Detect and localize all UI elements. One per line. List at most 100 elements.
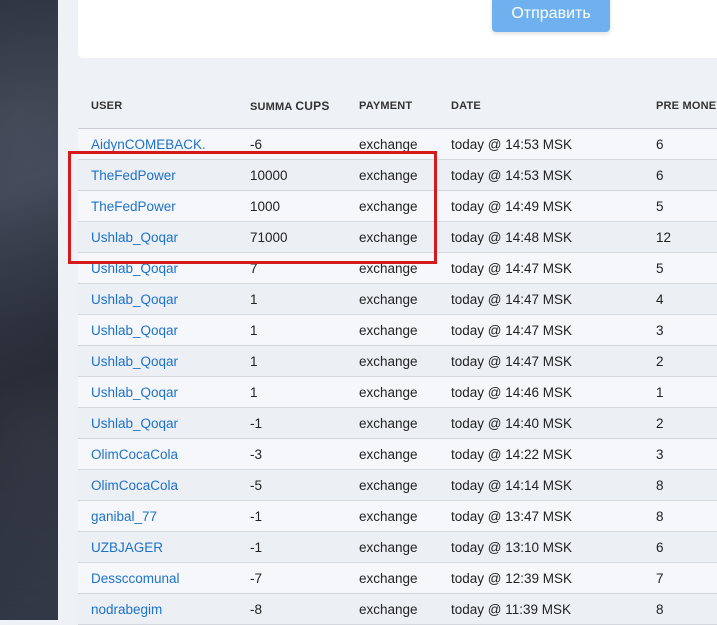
table-row: ganibal_77 -1 exchange today @ 13:47 MSK 8 (78, 500, 717, 532)
cell-summa: 71000 (250, 221, 359, 253)
header-cups-label: CUPS (295, 99, 330, 113)
cell-summa: -1 (250, 407, 359, 439)
form-card: Отправить (78, 0, 717, 58)
cell-date: today @ 14:47 MSK (451, 314, 656, 346)
cell-date: today @ 14:46 MSK (451, 376, 656, 408)
cell-pre-money: 12 (656, 221, 717, 253)
cell-pre-money: 6 (656, 531, 717, 563)
cell-summa: -6 (250, 128, 359, 160)
cell-user: OlimCocaCola (78, 469, 250, 501)
cell-user: Ushlab_Qoqar (78, 314, 250, 346)
table-row: TheFedPower 1000 exchange today @ 14:49 MSK… (78, 190, 717, 222)
cell-payment: exchange (359, 469, 451, 501)
user-link[interactable]: AidynCOMEBACK. (91, 137, 206, 152)
cell-date: today @ 14:49 MSK (451, 190, 656, 222)
cell-pre-money: 8 (656, 469, 717, 501)
cell-user: ganibal_77 (78, 500, 250, 532)
cell-summa: 7 (250, 252, 359, 284)
transactions-table-wrap: USER SUMMA CUPS PAYMENT DATE PRE MONEY A… (78, 84, 717, 625)
cell-pre-money: 2 (656, 345, 717, 377)
background-image (0, 0, 58, 620)
cell-payment: exchange (359, 407, 451, 439)
cell-payment: exchange (359, 531, 451, 563)
table-row: OlimCocaCola -5 exchange today @ 14:14 MSK 8 (78, 469, 717, 501)
table-row: Ushlab_Qoqar 1 exchange today @ 14:47 MSK 3 (78, 314, 717, 346)
cell-pre-money: 4 (656, 283, 717, 315)
header-user: USER (78, 84, 250, 129)
table-row: Ushlab_Qoqar 1 exchange today @ 14:47 MSK 4 (78, 283, 717, 315)
cell-user: Ushlab_Qoqar (78, 252, 250, 284)
cell-summa: 1000 (250, 190, 359, 222)
cell-pre-money: 7 (656, 562, 717, 594)
cell-summa: 1 (250, 314, 359, 346)
cell-user: TheFedPower (78, 190, 250, 222)
cell-payment: exchange (359, 562, 451, 594)
table-row: Ushlab_Qoqar -1 exchange today @ 14:40 MSK 2 (78, 407, 717, 439)
cell-payment: exchange (359, 252, 451, 284)
cell-summa: -5 (250, 469, 359, 501)
table-body: AidynCOMEBACK. -6 exchange today @ 14:53 MS… (78, 128, 717, 625)
cell-date: today @ 14:48 MSK (451, 221, 656, 253)
cell-payment: exchange (359, 500, 451, 532)
send-button[interactable]: Отправить (492, 0, 610, 32)
user-link[interactable]: nodrabegim (91, 602, 162, 617)
user-link[interactable]: TheFedPower (91, 199, 176, 214)
cell-payment: exchange (359, 345, 451, 377)
cell-pre-money: 6 (656, 159, 717, 191)
cell-date: today @ 14:22 MSK (451, 438, 656, 470)
cell-pre-money: 3 (656, 438, 717, 470)
user-link[interactable]: Ushlab_Qoqar (91, 230, 178, 245)
user-link[interactable]: Ushlab_Qoqar (91, 354, 178, 369)
user-link[interactable]: Ushlab_Qoqar (91, 416, 178, 431)
user-link[interactable]: OlimCocaCola (91, 447, 178, 462)
cell-summa: 1 (250, 376, 359, 408)
header-summa-label: SUMMA (250, 101, 293, 113)
cell-pre-money: 3 (656, 314, 717, 346)
cell-date: today @ 14:53 MSK (451, 159, 656, 191)
cell-pre-money: 5 (656, 252, 717, 284)
cell-date: today @ 14:47 MSK (451, 283, 656, 315)
cell-summa: -3 (250, 438, 359, 470)
user-link[interactable]: Ushlab_Qoqar (91, 385, 178, 400)
cell-user: Ushlab_Qoqar (78, 376, 250, 408)
cell-date: today @ 14:53 MSK (451, 128, 656, 160)
cell-pre-money: 2 (656, 407, 717, 439)
header-pre-money: PRE MONEY (656, 84, 717, 129)
cell-date: today @ 14:47 MSK (451, 345, 656, 377)
cell-payment: exchange (359, 128, 451, 160)
cell-user: Ushlab_Qoqar (78, 345, 250, 377)
cell-user: UZBJAGER (78, 531, 250, 563)
table-header-row: USER SUMMA CUPS PAYMENT DATE PRE MONEY (78, 84, 717, 129)
table-row: Ushlab_Qoqar 7 exchange today @ 14:47 MSK 5 (78, 252, 717, 284)
user-link[interactable]: TheFedPower (91, 168, 176, 183)
cell-date: today @ 12:39 MSK (451, 562, 656, 594)
header-date: DATE (451, 84, 656, 129)
user-link[interactable]: Ushlab_Qoqar (91, 261, 178, 276)
cell-pre-money: 5 (656, 190, 717, 222)
header-summa: SUMMA CUPS (250, 84, 359, 129)
user-link[interactable]: Dessccomunal (91, 571, 180, 586)
cell-payment: exchange (359, 376, 451, 408)
cell-user: Ushlab_Qoqar (78, 221, 250, 253)
table-row: TheFedPower 10000 exchange today @ 14:53 MS… (78, 159, 717, 191)
table-row: UZBJAGER -1 exchange today @ 13:10 MSK 6 (78, 531, 717, 563)
user-link[interactable]: Ushlab_Qoqar (91, 292, 178, 307)
cell-user: Ushlab_Qoqar (78, 407, 250, 439)
cell-payment: exchange (359, 190, 451, 222)
cell-payment: exchange (359, 159, 451, 191)
cell-date: today @ 14:47 MSK (451, 252, 656, 284)
user-link[interactable]: ganibal_77 (91, 509, 157, 524)
cell-summa: -1 (250, 531, 359, 563)
cell-user: AidynCOMEBACK. (78, 128, 250, 160)
user-link[interactable]: UZBJAGER (91, 540, 163, 555)
cell-user: OlimCocaCola (78, 438, 250, 470)
cell-payment: exchange (359, 283, 451, 315)
user-link[interactable]: Ushlab_Qoqar (91, 323, 178, 338)
cell-user: Dessccomunal (78, 562, 250, 594)
user-link[interactable]: OlimCocaCola (91, 478, 178, 493)
cell-pre-money: 8 (656, 500, 717, 532)
table-row: Ushlab_Qoqar 1 exchange today @ 14:46 MSK 1 (78, 376, 717, 408)
header-payment: PAYMENT (359, 84, 451, 129)
cell-payment: exchange (359, 438, 451, 470)
cell-pre-money: 1 (656, 376, 717, 408)
